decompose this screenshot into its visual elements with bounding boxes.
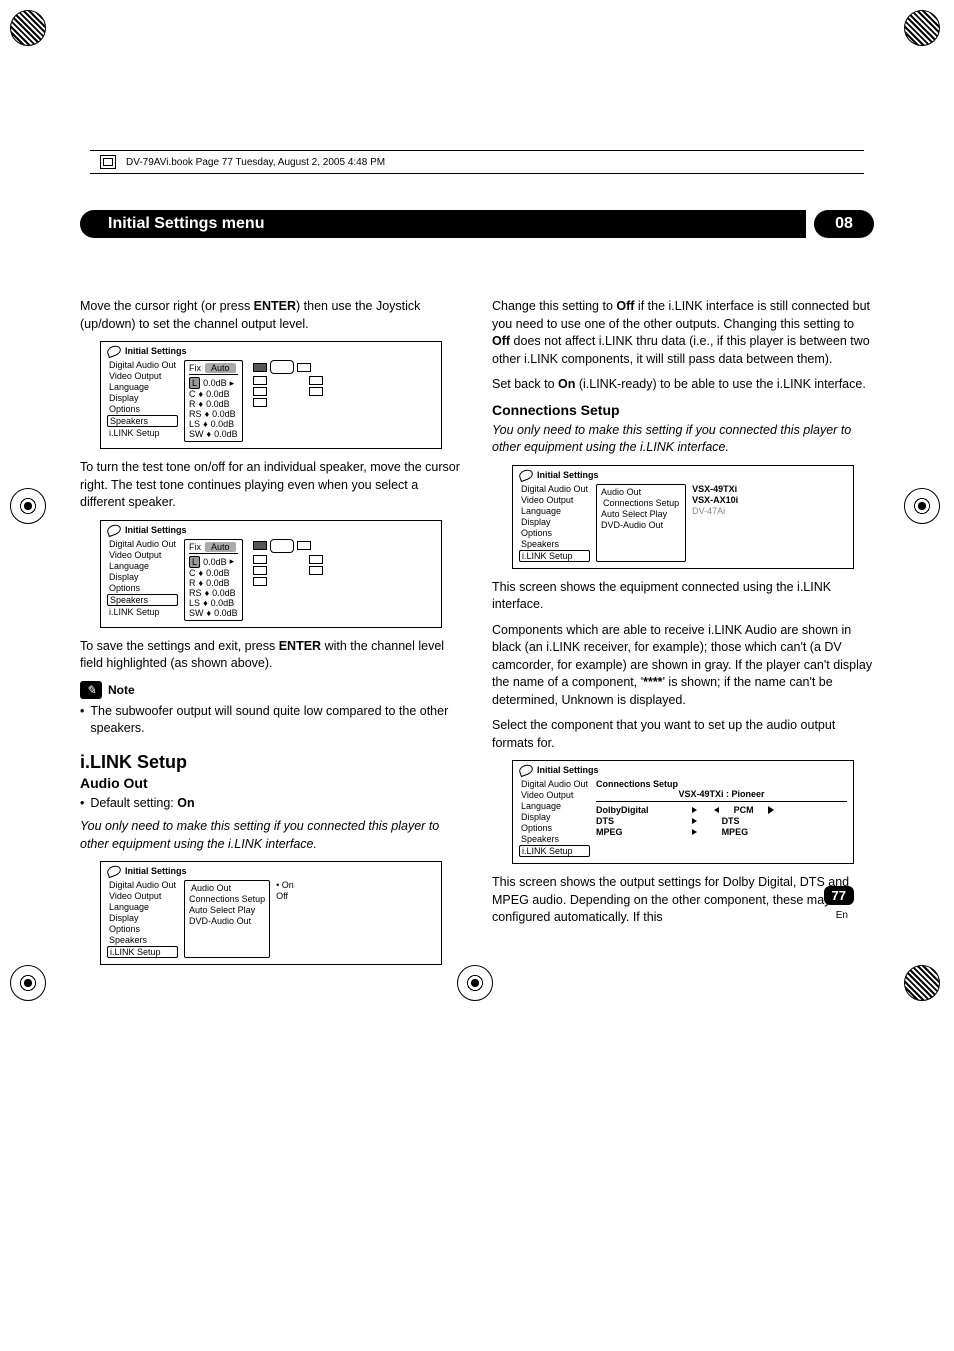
arrow-right-icon — [768, 806, 774, 814]
arrow-left-icon — [714, 807, 719, 813]
registration-mark — [904, 965, 944, 1005]
osd-side-menu: Digital Audio Out Video Output Language … — [519, 779, 590, 857]
page-title: Initial Settings menu — [100, 210, 806, 238]
body-text: To save the settings and exit, press ENT… — [80, 638, 462, 673]
swoosh-icon — [106, 864, 123, 878]
arrow-right-icon — [692, 818, 697, 824]
osd-screenshot-channel-level-2: Initial Settings Digital Audio Out Video… — [100, 520, 442, 628]
default-setting: • Default setting: On — [80, 795, 462, 813]
body-text: Components which are able to receive i.L… — [492, 622, 874, 710]
body-text: To turn the test tone on/off for an indi… — [80, 459, 462, 512]
osd-format-panel: Connections Setup VSX-49TXi : Pioneer Do… — [596, 779, 847, 857]
registration-mark — [457, 965, 497, 1005]
note-heading: ✎ Note — [80, 681, 462, 699]
registration-mark — [904, 488, 944, 528]
page-language: En — [836, 910, 848, 921]
body-text: Move the cursor right (or press ENTER) t… — [80, 298, 462, 333]
arrow-right-icon — [692, 829, 697, 835]
note-bullet: • The subwoofer output will sound quite … — [80, 703, 462, 738]
title-bar-cap — [80, 210, 100, 238]
print-header: DV-79AVi.book Page 77 Tuesday, August 2,… — [90, 150, 864, 174]
title-bar: Initial Settings menu 08 — [80, 210, 874, 238]
osd-submenu: Audio Out Connections Setup Auto Select … — [184, 880, 270, 958]
osd-side-menu: Digital Audio Out Video Output Language … — [107, 360, 178, 442]
swoosh-icon — [106, 522, 123, 536]
body-text: Set back to On (i.LINK-ready) to be able… — [492, 376, 874, 394]
note-icon: ✎ — [80, 681, 102, 699]
registration-mark — [10, 10, 50, 50]
section-heading-ilink-setup: i.LINK Setup — [80, 752, 462, 773]
registration-mark — [10, 965, 50, 1005]
osd-level-panel: FixAuto L0.0dB▸ C♦0.0dB R♦0.0dB RS♦0.0dB… — [184, 539, 243, 621]
osd-screenshot-channel-level-1: Initial Settings Digital Audio Out Video… — [100, 341, 442, 449]
osd-screenshot-audio-out: Initial Settings Digital Audio Out Video… — [100, 861, 442, 965]
chapter-number: 08 — [814, 210, 874, 238]
speaker-layout-icon — [253, 539, 323, 621]
right-column: Change this setting to Off if the i.LINK… — [492, 298, 874, 975]
body-text: Select the component that you want to se… — [492, 717, 874, 752]
italic-note: You only need to make this setting if yo… — [80, 818, 462, 853]
registration-mark — [904, 10, 944, 50]
subsection-heading-connections-setup: Connections Setup — [492, 402, 874, 418]
osd-level-panel: FixAuto L0.0dB▸ C♦0.0dB R♦0.0dB RS♦0.0dB… — [184, 360, 243, 442]
subsection-heading-audio-out: Audio Out — [80, 775, 462, 791]
osd-screenshot-output-formats: Initial Settings Digital Audio Out Video… — [512, 760, 854, 864]
swoosh-icon — [518, 467, 535, 481]
osd-side-menu: Digital Audio Out Video Output Language … — [107, 880, 178, 958]
swoosh-icon — [106, 344, 123, 358]
osd-options: On Off — [276, 880, 294, 958]
page-number: 77 — [824, 886, 854, 905]
arrow-right-icon — [692, 807, 697, 813]
osd-side-menu: Digital Audio Out Video Output Language … — [519, 484, 590, 562]
speaker-layout-icon — [253, 360, 323, 442]
body-text: This screen shows the equipment connecte… — [492, 579, 874, 614]
print-header-text: DV-79AVi.book Page 77 Tuesday, August 2,… — [126, 157, 385, 168]
osd-screenshot-connections-list: Initial Settings Digital Audio Out Video… — [512, 465, 854, 569]
left-column: Move the cursor right (or press ENTER) t… — [80, 298, 462, 975]
registration-mark — [10, 488, 50, 528]
italic-note: You only need to make this setting if yo… — [492, 422, 874, 457]
body-text: This screen shows the output settings fo… — [492, 874, 874, 927]
body-text: Change this setting to Off if the i.LINK… — [492, 298, 874, 368]
book-icon — [100, 155, 116, 169]
osd-submenu: Audio Out Connections Setup Auto Select … — [596, 484, 686, 562]
swoosh-icon — [518, 763, 535, 777]
osd-side-menu: Digital Audio Out Video Output Language … — [107, 539, 178, 621]
osd-device-list: VSX-49TXi VSX-AX10i DV-47Ai — [692, 484, 738, 562]
